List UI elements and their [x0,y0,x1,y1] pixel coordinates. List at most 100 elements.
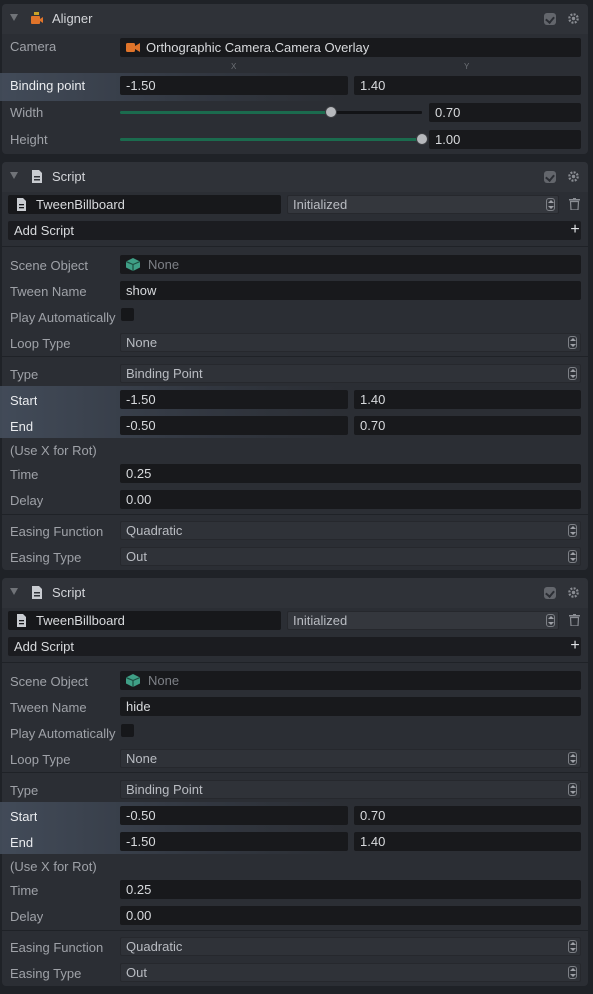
scene-object-label: Scene Object [10,674,89,689]
divider [2,662,588,663]
type-value: Binding Point [126,782,203,797]
easing-type-value: Out [126,965,147,980]
time-label: Time [10,883,39,898]
script-asset-field[interactable]: TweenBillboard [8,195,281,214]
easing-function-label: Easing Function [10,940,104,955]
start-label: Start [10,809,38,824]
add-icon[interactable]: + [568,222,582,238]
easing-type-dropdown[interactable]: Out [120,963,581,982]
end-y-field[interactable]: 0.70 [354,416,581,435]
start-x-field[interactable]: -1.50 [120,390,348,409]
loop-type-dropdown[interactable]: None [120,749,581,768]
script-status-dropdown[interactable]: Initialized [287,611,559,630]
play-automatically-checkbox[interactable] [121,308,134,321]
enabled-checkbox[interactable] [544,587,556,599]
height-slider-handle[interactable] [416,133,428,145]
updown-arrows-icon [568,752,577,765]
updown-arrows-icon [568,550,577,563]
divider [2,514,588,515]
end-x-field[interactable]: -1.50 [120,832,348,851]
type-dropdown[interactable]: Binding Point [120,364,581,383]
axis-x-label: X [231,62,237,71]
width-slider-fill [120,111,332,114]
easing-type-label: Easing Type [10,550,82,565]
end-y-field[interactable]: 1.40 [354,832,581,851]
easing-function-dropdown[interactable]: Quadratic [120,937,581,956]
easing-type-value: Out [126,549,147,564]
collapse-triangle-icon[interactable] [10,14,18,21]
time-field[interactable]: 0.25 [120,464,581,483]
enabled-checkbox[interactable] [544,13,556,25]
add-script-label: Add Script [14,223,74,238]
height-value-field[interactable]: 1.00 [429,130,581,149]
time-field[interactable]: 0.25 [120,880,581,899]
gear-icon[interactable] [567,12,580,25]
script-file-icon [17,614,26,627]
height-label: Height [10,132,48,147]
camera-value: Orthographic Camera.Camera Overlay [146,40,370,55]
add-script-label: Add Script [14,639,74,654]
width-value-field[interactable]: 0.70 [429,103,581,122]
play-automatically-label: Play Automatically [10,726,116,741]
script-title: Script [52,169,86,184]
scene-object-icon [126,674,140,687]
collapse-triangle-icon[interactable] [10,172,18,179]
aligner-component-icon [31,12,43,24]
end-x-field[interactable]: -0.50 [120,416,348,435]
type-dropdown[interactable]: Binding Point [120,780,581,799]
start-y-field[interactable]: 0.70 [354,806,581,825]
play-automatically-label: Play Automatically [10,310,116,325]
collapse-triangle-icon[interactable] [10,588,18,595]
tween-name-field[interactable]: hide [120,697,581,716]
add-script-bar[interactable]: Add Script [8,637,581,656]
play-automatically-checkbox[interactable] [121,724,134,737]
easing-function-label: Easing Function [10,524,104,539]
camera-icon [126,43,140,52]
divider [2,356,588,357]
easing-type-dropdown[interactable]: Out [120,547,581,566]
easing-function-dropdown[interactable]: Quadratic [120,521,581,540]
binding-point-y-field[interactable]: 1.40 [354,76,581,95]
rotation-hint: (Use X for Rot) [10,443,97,458]
script-header[interactable]: Script [2,162,588,192]
add-script-bar[interactable]: Add Script [8,221,581,240]
camera-field[interactable]: Orthographic Camera.Camera Overlay [120,38,581,57]
delay-field[interactable]: 0.00 [120,906,581,925]
gear-icon[interactable] [567,586,580,599]
scene-object-field[interactable]: None [120,255,581,274]
delay-field[interactable]: 0.00 [120,490,581,509]
start-label: Start [10,393,38,408]
tween-name-field[interactable]: show [120,281,581,300]
loop-type-label: Loop Type [10,336,71,351]
easing-function-value: Quadratic [126,939,183,954]
gear-icon[interactable] [567,170,580,183]
type-label: Type [10,367,39,382]
start-x-field[interactable]: -0.50 [120,806,348,825]
divider [2,930,588,931]
script-header[interactable]: Script [2,578,588,608]
camera-label: Camera [10,39,57,54]
start-y-field[interactable]: 1.40 [354,390,581,409]
script-asset-name: TweenBillboard [36,613,125,628]
updown-arrows-icon [546,614,555,627]
add-icon[interactable]: + [568,638,582,654]
aligner-header[interactable]: Aligner [2,4,588,34]
divider [2,246,588,247]
script-asset-name: TweenBillboard [36,197,125,212]
trash-icon[interactable] [569,614,580,626]
script-panel-2: Script TweenBillboard Initialized Add Sc… [0,578,588,986]
updown-arrows-icon [568,783,577,796]
binding-point-x-field[interactable]: -1.50 [120,76,348,95]
width-slider-handle[interactable] [325,106,338,118]
updown-arrows-icon [568,367,577,380]
tween-name-label: Tween Name [10,700,87,715]
type-value: Binding Point [126,366,203,381]
scene-object-field[interactable]: None [120,671,581,690]
script-asset-field[interactable]: TweenBillboard [8,611,281,630]
enabled-checkbox[interactable] [544,171,556,183]
trash-icon[interactable] [569,198,580,210]
binding-point-label: Binding point [10,78,86,93]
scene-object-value: None [148,673,180,688]
loop-type-dropdown[interactable]: None [120,333,581,352]
script-status-dropdown[interactable]: Initialized [287,195,559,214]
